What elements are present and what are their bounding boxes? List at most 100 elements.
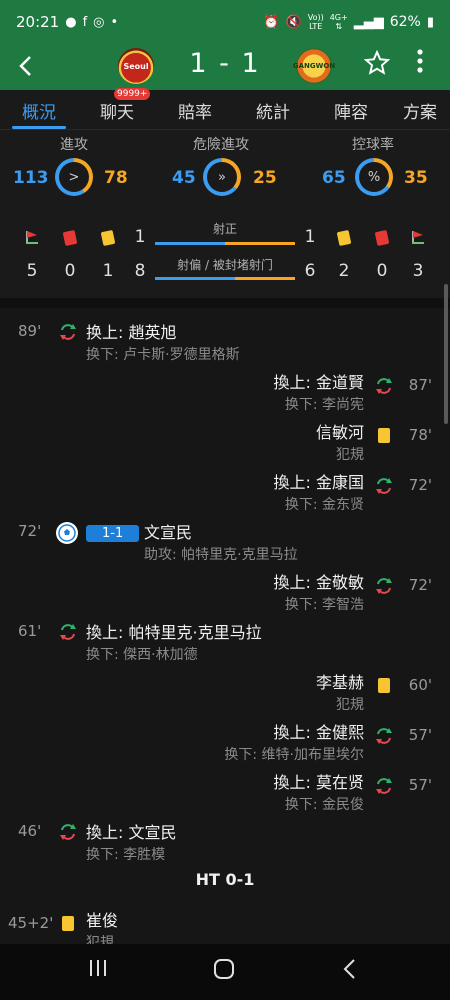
away-corners: 3 bbox=[412, 261, 424, 281]
stat-home-attack: 113 bbox=[13, 168, 49, 188]
shots-on-away: 1 bbox=[304, 227, 316, 247]
shots-off-bar bbox=[155, 277, 295, 280]
match-score: 1 - 1 bbox=[189, 48, 261, 79]
status-time: 20:21 bbox=[16, 13, 60, 31]
stat-away-possession: 35 bbox=[404, 168, 428, 188]
substitution-icon bbox=[60, 324, 76, 340]
yellow-card-icon bbox=[378, 678, 390, 693]
stat-title-possession: 控球率 bbox=[352, 137, 394, 153]
card-reason: 犯規 bbox=[336, 447, 364, 463]
more-options-button[interactable] bbox=[410, 48, 430, 74]
star-icon bbox=[363, 49, 391, 75]
timeline-event-substitution[interactable]: 換上: 金敬敏 换下: 李智浩 72' bbox=[0, 564, 450, 614]
alarm-icon: ⏰ bbox=[263, 14, 280, 30]
event-minute: 78' bbox=[408, 426, 432, 444]
tab-overview[interactable]: 概況 bbox=[0, 90, 78, 129]
scrollbar[interactable] bbox=[444, 284, 448, 424]
card-reason: 犯規 bbox=[86, 935, 114, 944]
timeline-event-substitution[interactable]: 61' 換上: 帕特里克·克里马拉 换下: 傑西·林加德 bbox=[0, 614, 450, 664]
back-arrow-icon bbox=[343, 959, 355, 979]
substitution-icon bbox=[60, 824, 76, 840]
stat-home-possession: 65 bbox=[322, 168, 346, 188]
home-icon bbox=[214, 959, 234, 979]
player-name: 信敏河 bbox=[315, 423, 364, 442]
timeline-event-yellow-card[interactable]: 李基赫 犯規 60' bbox=[0, 664, 450, 714]
timeline-event-substitution[interactable]: 換上: 金健熙 换下: 维特·加布里埃尔 57' bbox=[0, 714, 450, 764]
timeline-event-substitution[interactable]: 89' 换上: 趙英旭 换下: 卢卡斯·罗德里格斯 bbox=[0, 314, 450, 364]
instagram-icon: ◎ bbox=[93, 14, 105, 30]
tab-bar: 概況 聊天 9999+ 賠率 統計 陣容 方案 bbox=[0, 88, 450, 130]
shots-on-bar bbox=[155, 242, 295, 245]
attack-donut: > bbox=[55, 158, 93, 196]
match-header: Seoul 1 - 1 GANGWON bbox=[0, 44, 450, 90]
back-nav-button[interactable] bbox=[342, 958, 356, 986]
player-in: 換上: 莫在贤 bbox=[273, 773, 364, 792]
possession-donut: % bbox=[355, 158, 393, 196]
chat-badge: 9999+ bbox=[114, 88, 151, 100]
substitution-icon bbox=[60, 624, 76, 640]
player-in: 換上: 金康国 bbox=[273, 473, 364, 492]
home-corners: 5 bbox=[26, 261, 38, 281]
timeline-event-substitution[interactable]: 換上: 金道賢 换下: 李尚宪 87' bbox=[0, 364, 450, 414]
away-team-logo[interactable]: GANGWON bbox=[293, 48, 335, 84]
tab-chat[interactable]: 聊天 9999+ bbox=[78, 88, 156, 129]
status-bar: 20:21 ● f ◎ • ⏰ 🔇 Vo)) LTE 4G+ ⇅ ▂▄▆ 62% ▮ bbox=[0, 0, 450, 44]
dangerous-attack-donut: » bbox=[203, 158, 241, 196]
cards-shots-row: 1 射正 1 5 0 1 8 射偏 / 被封堵射门 6 2 0 3 bbox=[0, 222, 450, 288]
timeline-event-substitution[interactable]: 換上: 金康国 换下: 金东贤 72' bbox=[0, 464, 450, 514]
yellow-card-icon bbox=[62, 916, 74, 931]
mute-icon: 🔇 bbox=[285, 14, 302, 30]
home-yellow-cards: 1 bbox=[102, 261, 114, 281]
stat-title-dangerous-attack: 危險進攻 bbox=[193, 137, 249, 153]
event-minute: 46' bbox=[18, 822, 42, 840]
substitution-icon bbox=[376, 578, 392, 594]
timeline-event-substitution[interactable]: 46' 換上: 文宣民 换下: 李胜模 bbox=[0, 814, 450, 864]
event-minute: 87' bbox=[408, 376, 432, 394]
home-button[interactable] bbox=[213, 958, 235, 986]
player-in: 换上: 趙英旭 bbox=[86, 323, 177, 342]
recent-apps-button[interactable] bbox=[88, 958, 108, 984]
event-minute: 72' bbox=[408, 576, 432, 594]
timeline-event-substitution[interactable]: 換上: 莫在贤 换下: 金民俊 57' bbox=[0, 764, 450, 814]
event-minute: 72' bbox=[18, 522, 42, 540]
yellow-card-icon bbox=[336, 229, 352, 247]
yellow-card-icon bbox=[100, 229, 116, 247]
player-out: 换下: 李胜模 bbox=[86, 847, 166, 863]
tab-lineup[interactable]: 陣容 bbox=[312, 90, 390, 129]
home-red-cards: 0 bbox=[64, 261, 76, 281]
battery-icon: ▮ bbox=[426, 14, 434, 30]
chevron-right-icon: > bbox=[68, 169, 80, 185]
event-minute: 72' bbox=[408, 476, 432, 494]
player-out: 换下: 金民俊 bbox=[284, 797, 364, 813]
timeline-event-yellow-card[interactable]: 信敏河 犯規 78' bbox=[0, 414, 450, 464]
shots-off-label: 射偏 / 被封堵射门 bbox=[177, 258, 273, 272]
substitution-icon bbox=[376, 378, 392, 394]
event-minute: 60' bbox=[408, 676, 432, 694]
tab-odds[interactable]: 賠率 bbox=[156, 90, 234, 129]
soccer-ball-icon bbox=[56, 522, 78, 544]
player-name: 崔俊 bbox=[86, 911, 119, 930]
signal-icon: ▂▄▆ bbox=[353, 14, 384, 30]
network-4g-indicator: 4G+ ⇅ bbox=[329, 13, 348, 31]
shots-off-away: 6 bbox=[304, 261, 316, 281]
tab-tips[interactable]: 方案 bbox=[390, 90, 450, 129]
section-divider bbox=[0, 298, 450, 308]
shots-on-home: 1 bbox=[134, 227, 146, 247]
more-vertical-icon bbox=[417, 49, 423, 73]
double-chevron-icon: » bbox=[218, 169, 226, 185]
home-team-logo[interactable]: Seoul bbox=[118, 48, 154, 84]
event-timeline[interactable]: 89' 换上: 趙英旭 换下: 卢卡斯·罗德里格斯 換上: 金道賢 换下: 李尚… bbox=[0, 308, 450, 944]
favorite-button[interactable] bbox=[363, 49, 391, 82]
chat-bubble-icon: ● bbox=[65, 14, 77, 30]
shots-off-home: 8 bbox=[134, 261, 146, 281]
timeline-event-yellow-card[interactable]: 45+2' 崔俊 犯規 bbox=[0, 902, 450, 944]
player-out: 换下: 金东贤 bbox=[284, 497, 364, 513]
back-button[interactable] bbox=[10, 48, 40, 84]
red-card-icon bbox=[374, 229, 390, 247]
tab-stats[interactable]: 統計 bbox=[234, 90, 312, 129]
stat-away-dangerous-attack: 25 bbox=[253, 168, 277, 188]
timeline-event-goal[interactable]: 72' 1-1 文宣民 助攻: 帕特里克·克里马拉 bbox=[0, 514, 450, 564]
dot-icon: • bbox=[110, 14, 119, 30]
stat-away-attack: 78 bbox=[104, 168, 128, 188]
substitution-icon bbox=[376, 778, 392, 794]
